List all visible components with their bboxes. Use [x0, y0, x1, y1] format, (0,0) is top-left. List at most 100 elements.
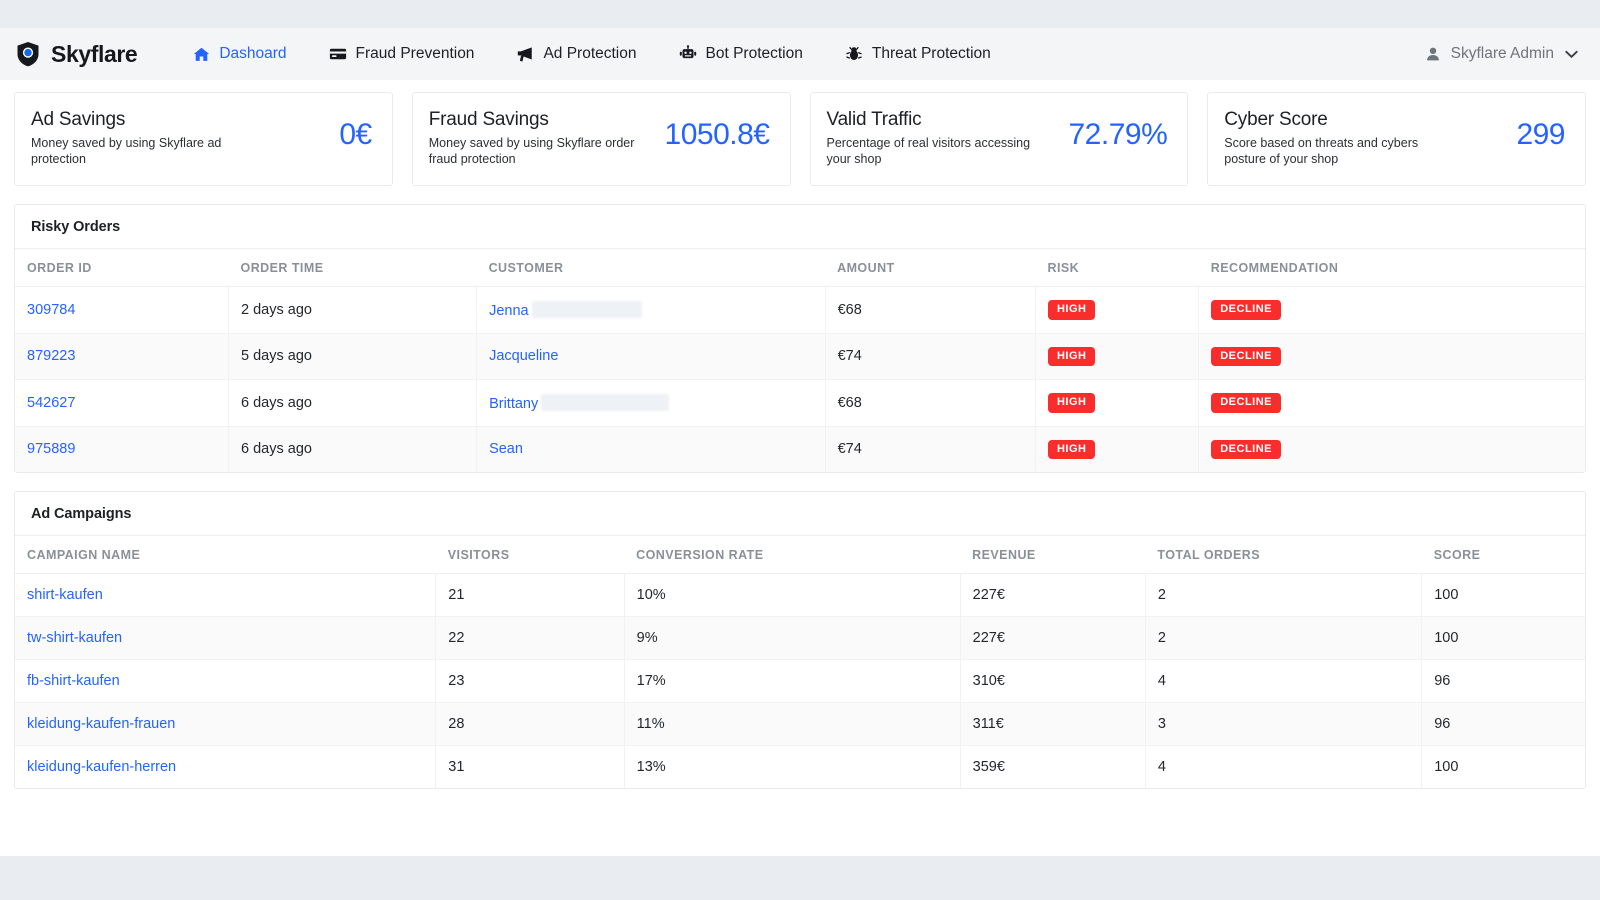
table-row: 309784 2 days ago Jenna €68 HIGH DECLINE [15, 286, 1585, 334]
score: 96 [1421, 702, 1585, 747]
column-header-risk[interactable]: RISK [1035, 249, 1199, 287]
campaign-name-link[interactable]: kleidung-kaufen-frauen [27, 716, 175, 732]
table-row: 975889 6 days ago Sean €74 HIGH DECLINE [15, 426, 1585, 473]
risky-orders-table: ORDER ID ORDER TIME CUSTOMER AMOUNT RISK… [15, 249, 1585, 473]
order-id-link[interactable]: 879223 [27, 348, 75, 364]
campaign-name-link[interactable]: shirt-kaufen [27, 587, 103, 603]
bug-icon [845, 45, 863, 63]
column-header-order-time[interactable]: ORDER TIME [228, 249, 477, 287]
table-row: fb-shirt-kaufen 23 17% 310€ 4 96 [15, 659, 1585, 704]
stat-card-description: Money saved by using Skyflare order frau… [428, 136, 635, 166]
order-id-link[interactable]: 309784 [27, 302, 75, 318]
risk-cell: HIGH [1035, 426, 1200, 473]
table-row: 542627 6 days ago Brittany €68 HIGH DECL… [15, 379, 1585, 427]
order-id-link[interactable]: 542627 [27, 395, 75, 411]
risky-orders-panel: Risky Orders ORDER ID ORDER TIME CUSTOME… [14, 204, 1586, 474]
top-strip [0, 0, 1600, 28]
total-orders: 4 [1145, 745, 1423, 789]
total-orders: 3 [1145, 702, 1423, 747]
column-header-score[interactable]: SCORE [1421, 536, 1585, 575]
customer-link[interactable]: Jenna [489, 303, 529, 319]
table-row: tw-shirt-kaufen 22 9% 227€ 2 100 [15, 616, 1585, 661]
score: 100 [1421, 573, 1585, 618]
campaign-name-link[interactable]: tw-shirt-kaufen [27, 630, 122, 646]
home-icon [192, 45, 210, 63]
risk-cell: HIGH [1035, 333, 1200, 381]
top-navbar: Skyflare Dashoard Fraud Prevention Ad Pr… [0, 28, 1600, 80]
user-menu[interactable]: Skyflare Admin [1424, 45, 1578, 63]
stat-card-description: Money saved by using Skyflare ad protect… [31, 136, 222, 166]
conversion-rate: 17% [624, 659, 961, 704]
shield-dot-logo-icon [14, 40, 42, 68]
total-orders: 2 [1145, 616, 1423, 661]
campaign-name-link[interactable]: kleidung-kaufen-herren [27, 759, 176, 775]
total-orders: 4 [1145, 659, 1423, 704]
revenue: 310€ [960, 659, 1146, 704]
stat-cards: Ad Savings Money saved by using Skyflare… [14, 92, 1586, 186]
user-icon [1424, 45, 1442, 63]
conversion-rate: 11% [624, 702, 961, 747]
recommendation-cell: DECLINE [1198, 333, 1585, 381]
ad-campaigns-table: CAMPAIGN NAME VISITORS CONVERSION RATE R… [15, 536, 1585, 789]
status-badge-recommendation: DECLINE [1211, 346, 1282, 367]
customer-link[interactable]: Jacqueline [489, 348, 558, 364]
order-time: 6 days ago [228, 426, 478, 473]
column-header-order-id[interactable]: ORDER ID [15, 249, 229, 287]
status-badge-recommendation: DECLINE [1211, 439, 1282, 460]
redacted-block [531, 300, 642, 318]
column-header-total-orders[interactable]: TOTAL ORDERS [1145, 536, 1422, 575]
nav-item-bot-protection[interactable]: Bot Protection [658, 39, 824, 69]
ad-campaigns-body: shirt-kaufen 21 10% 227€ 2 100 tw-shirt-… [15, 573, 1585, 789]
status-badge-risk: HIGH [1047, 393, 1096, 413]
status-badge-risk: HIGH [1047, 300, 1096, 320]
stat-card-title: Ad Savings [31, 109, 126, 130]
table-row: kleidung-kaufen-herren 31 13% 359€ 4 100 [15, 745, 1585, 789]
nav-label: Dashoard [219, 45, 287, 62]
recommendation-cell: DECLINE [1198, 286, 1585, 334]
order-time: 6 days ago [228, 379, 478, 427]
score: 100 [1434, 759, 1459, 776]
recommendation-cell: DECLINE [1198, 426, 1585, 473]
customer-link[interactable]: Sean [489, 441, 523, 457]
stat-card-title: Cyber Score [1224, 109, 1328, 130]
table-row: shirt-kaufen 21 10% 227€ 2 100 [15, 573, 1585, 618]
nav-item-fraud-prevention[interactable]: Fraud Prevention [308, 39, 496, 69]
column-header-revenue[interactable]: REVENUE [960, 536, 1146, 575]
robot-icon [679, 45, 697, 63]
column-header-amount[interactable]: AMOUNT [825, 249, 1036, 287]
customer-link[interactable]: Brittany [489, 396, 538, 412]
campaign-name-link[interactable]: fb-shirt-kaufen [27, 673, 120, 689]
amount: €74 [825, 426, 1036, 473]
column-header-recommendation[interactable]: RECOMMENDATION [1198, 249, 1585, 287]
visitors: 22 [435, 616, 625, 661]
stat-card-description: Percentage of real visitors accessing yo… [826, 136, 1031, 166]
risk-cell: HIGH [1035, 379, 1200, 427]
order-id-link[interactable]: 975889 [27, 441, 75, 457]
column-header-campaign-name[interactable]: CAMPAIGN NAME [15, 536, 436, 575]
brand-name: Skyflare [51, 40, 138, 67]
column-header-visitors[interactable]: VISITORS [435, 536, 625, 575]
nav-label: Fraud Prevention [355, 45, 475, 62]
column-header-customer[interactable]: CUSTOMER [476, 249, 826, 287]
column-header-conversion-rate[interactable]: CONVERSION RATE [624, 536, 961, 575]
stat-card-value: 72.79% [1068, 118, 1168, 151]
nav-label: Threat Protection [871, 45, 991, 62]
visitors: 23 [435, 659, 625, 704]
order-time: 5 days ago [228, 333, 478, 381]
customer-cell: Jacqueline [476, 333, 826, 381]
customer-cell: Jenna [476, 286, 826, 334]
user-menu-label: Skyflare Admin [1450, 45, 1554, 62]
nav-item-threat-protection[interactable]: Threat Protection [824, 39, 1012, 69]
stat-card-cyber-score: Cyber Score Score based on threats and c… [1207, 92, 1586, 186]
nav-item-ad-protection[interactable]: Ad Protection [495, 39, 657, 69]
megaphone-icon [516, 45, 534, 63]
nav-label: Ad Protection [543, 45, 637, 62]
nav-item-dashboard[interactable]: Dashoard [171, 39, 307, 69]
main-content: Ad Savings Money saved by using Skyflare… [0, 80, 1600, 900]
ad-campaigns-panel: Ad Campaigns CAMPAIGN NAME VISITORS CONV… [14, 491, 1586, 790]
brand[interactable]: Skyflare [14, 40, 138, 68]
table-row: 879223 5 days ago Jacqueline €74 HIGH DE… [15, 333, 1585, 381]
stat-card-title: Valid Traffic [826, 109, 922, 130]
visitors: 21 [435, 573, 625, 618]
status-badge-recommendation: DECLINE [1211, 393, 1282, 413]
